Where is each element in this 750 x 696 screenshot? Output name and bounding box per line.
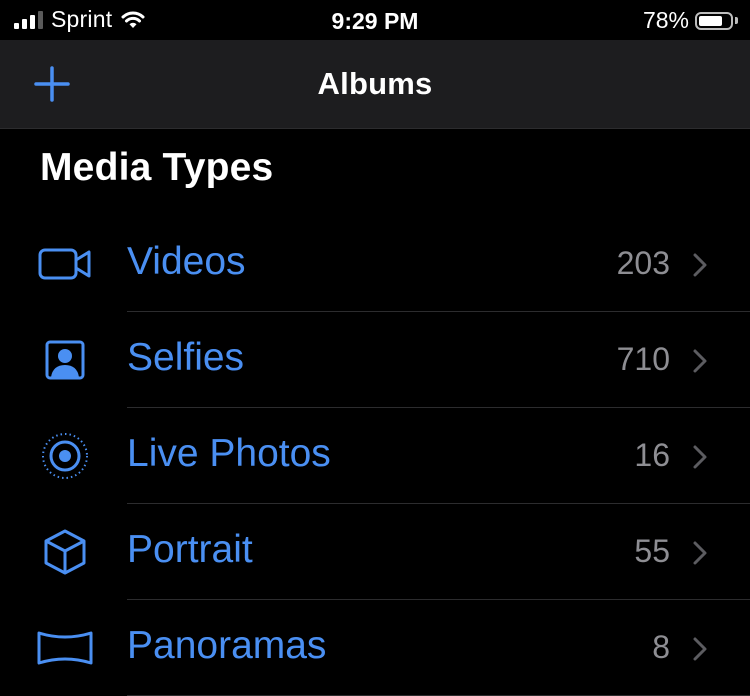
battery-level-fill bbox=[699, 15, 722, 26]
chevron-right-icon bbox=[693, 445, 707, 469]
list-item-panoramas[interactable]: Panoramas 8 bbox=[0, 600, 750, 696]
list-item-live-photos[interactable]: Live Photos 16 bbox=[0, 408, 750, 504]
list-item-videos[interactable]: Videos 203 bbox=[0, 216, 750, 312]
live-photo-icon bbox=[34, 432, 96, 480]
chevron-right-icon bbox=[693, 637, 707, 661]
video-camera-icon bbox=[34, 240, 96, 288]
status-bar-right: 78% bbox=[643, 7, 738, 34]
battery-icon bbox=[695, 11, 733, 30]
chevron-right-icon bbox=[693, 541, 707, 565]
cube-icon bbox=[34, 528, 96, 576]
list-item-count: 8 bbox=[652, 629, 670, 665]
section-title: Media Types bbox=[40, 146, 274, 189]
list-item-label: Videos bbox=[127, 240, 246, 283]
list-item-count: 203 bbox=[616, 245, 670, 281]
list-item-count: 55 bbox=[634, 533, 670, 569]
list-item-count: 710 bbox=[616, 341, 670, 377]
list-item-label: Portrait bbox=[127, 528, 253, 571]
battery-percent: 78% bbox=[642, 7, 689, 33]
panorama-icon bbox=[34, 624, 96, 672]
list-item-count: 16 bbox=[634, 437, 670, 473]
list-item-selfies[interactable]: Selfies 710 bbox=[0, 312, 750, 408]
status-time: 9:29 PM bbox=[331, 8, 419, 34]
chevron-right-icon bbox=[693, 349, 707, 373]
navigation-bar: Albums bbox=[0, 40, 750, 129]
status-bar: Sprint 9:29 PM 78% bbox=[0, 0, 750, 40]
battery-nub bbox=[735, 17, 738, 24]
list-item-label: Panoramas bbox=[127, 624, 327, 667]
media-types-list: Videos 203 Selfies 710 Live Photos 16 Po… bbox=[0, 216, 750, 696]
list-item-portrait[interactable]: Portrait 55 bbox=[0, 504, 750, 600]
list-item-label: Live Photos bbox=[127, 432, 331, 475]
person-portrait-icon bbox=[34, 336, 96, 384]
chevron-right-icon bbox=[693, 253, 707, 277]
page-title: Albums bbox=[317, 66, 433, 101]
list-item-label: Selfies bbox=[127, 336, 245, 379]
